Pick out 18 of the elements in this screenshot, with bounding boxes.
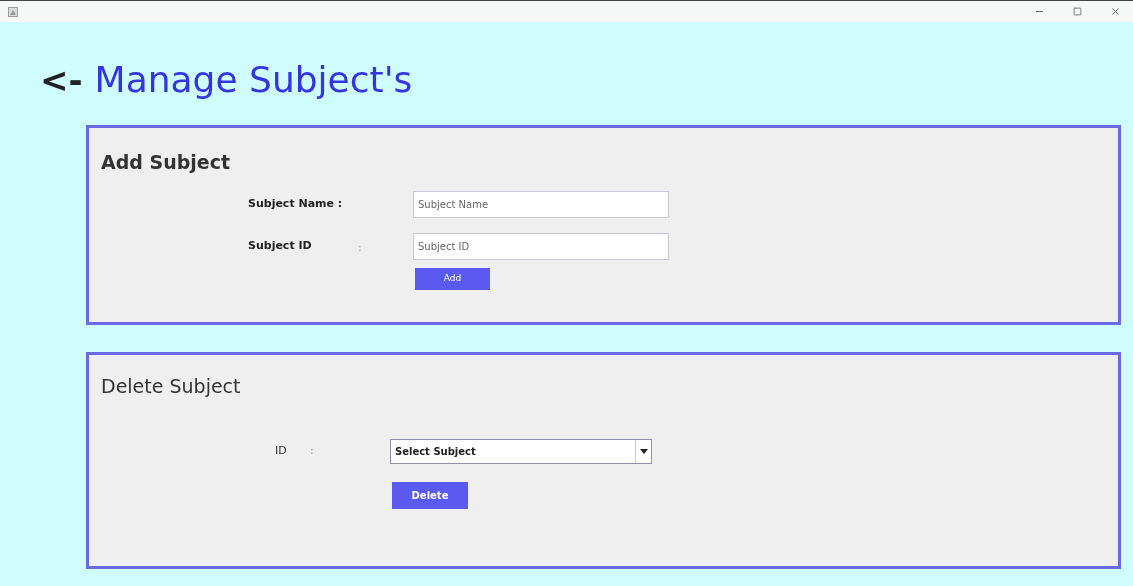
- subject-dropdown[interactable]: Select Subject: [390, 438, 652, 464]
- text-field[interactable]: Subject Name: [413, 190, 669, 218]
- panel-heading: Delete Subject: [101, 374, 242, 399]
- page-title: Manage Subject's: [94, 62, 413, 98]
- text-field[interactable]: Subject ID: [413, 232, 669, 260]
- field-label: ID: [275, 442, 288, 459]
- field-label: Subject Name :: [248, 195, 344, 212]
- caret-icon: [639, 448, 648, 454]
- close-icon[interactable]: [1110, 6, 1121, 17]
- app-icon: [8, 6, 18, 17]
- colon: :: [310, 442, 315, 459]
- add-button[interactable]: Add: [415, 267, 490, 290]
- maximize-icon[interactable]: [1073, 7, 1082, 16]
- panel-heading: Add Subject: [101, 150, 232, 175]
- field-label: Subject ID: [248, 237, 313, 254]
- delete-button[interactable]: Delete: [392, 481, 468, 509]
- colon: :: [358, 241, 362, 254]
- back-button[interactable]: <-: [40, 63, 83, 97]
